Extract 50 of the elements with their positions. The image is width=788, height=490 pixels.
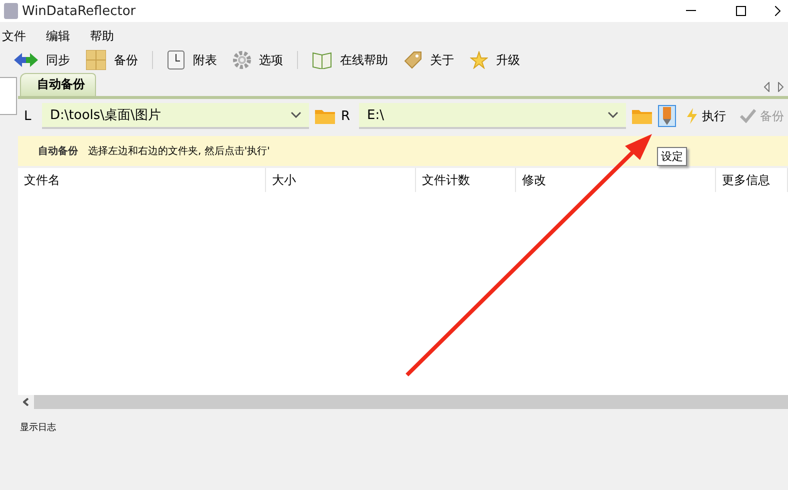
info-message: 选择左边和右边的文件夹, 然后点击'执行'	[88, 144, 270, 158]
double-arrow-icon	[14, 52, 38, 68]
clock-icon	[167, 50, 185, 70]
close-icon	[775, 6, 781, 16]
tab-left-icon[interactable]	[764, 82, 770, 92]
window-title: WinDataReflector	[22, 4, 137, 18]
box-icon	[86, 50, 106, 70]
minimize-icon	[686, 10, 696, 12]
tab[interactable]: 自动备份	[20, 73, 96, 96]
column-header[interactable]: 更多信息	[716, 168, 788, 192]
toolbar-button[interactable]: 在线帮助	[306, 49, 394, 71]
menu-item[interactable]: 文件	[2, 28, 26, 42]
side-label: L	[24, 108, 32, 124]
book-icon	[312, 51, 332, 69]
check-icon	[740, 109, 756, 123]
maximize-icon	[736, 6, 746, 16]
column-header[interactable]: 大小	[266, 168, 416, 192]
menu-item[interactable]: 编辑	[46, 28, 70, 42]
scroll-left-icon[interactable]	[23, 398, 29, 406]
toolbar-button[interactable]: 同步	[8, 50, 76, 70]
column-header[interactable]: 文件计数	[416, 168, 516, 192]
side-tab[interactable]	[0, 77, 17, 115]
toolbar-button[interactable]: 关于	[398, 49, 460, 71]
chevron-icon	[608, 112, 618, 118]
column-header[interactable]: 修改	[516, 168, 716, 192]
pencil-icon	[662, 107, 672, 125]
toolbar-button[interactable]: 附表	[161, 48, 223, 72]
toolbar-button[interactable]: 升级	[464, 49, 526, 71]
folder-icon[interactable]	[315, 108, 335, 124]
side-label: R	[341, 108, 352, 124]
folder-icon[interactable]	[632, 108, 652, 124]
tag-icon	[404, 51, 422, 69]
horizontal-scrollbar[interactable]	[18, 395, 788, 409]
path-field[interactable]: E:\	[359, 103, 626, 129]
log-label: 显示日志	[19, 422, 57, 435]
app-icon	[4, 3, 18, 19]
settings-button[interactable]	[658, 105, 676, 127]
menu-item[interactable]: 帮助	[90, 28, 114, 42]
execute-button[interactable]: 执行	[682, 106, 730, 126]
column-header[interactable]: 文件名	[18, 168, 266, 192]
toolbar-button[interactable]: 选项	[227, 49, 289, 71]
info-title: 自动备份	[38, 144, 78, 158]
toolbar-button[interactable]: 备份	[80, 48, 144, 72]
path-field[interactable]: D:\tools\桌面\图片	[42, 103, 309, 129]
tab-right-icon[interactable]	[778, 82, 784, 92]
tooltip: 设定	[657, 147, 687, 166]
lightning-icon	[686, 108, 698, 124]
star-icon	[470, 51, 488, 69]
gear-icon	[233, 51, 251, 69]
chevron-icon	[291, 112, 301, 118]
